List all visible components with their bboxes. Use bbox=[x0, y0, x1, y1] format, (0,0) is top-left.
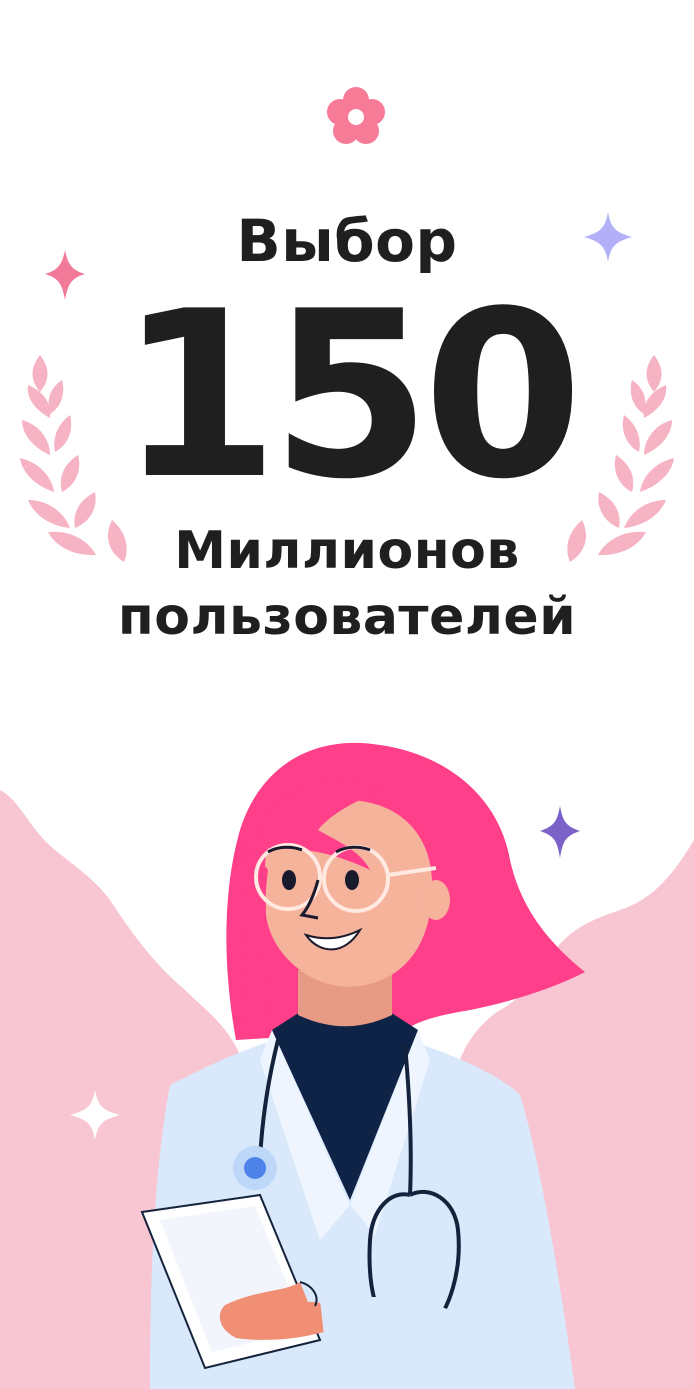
units-line-1: Миллионов bbox=[174, 521, 520, 581]
user-count: 150 bbox=[118, 263, 583, 530]
onboarding-screen: Выбор 150 Миллионов пользователей bbox=[0, 0, 694, 1389]
units-line-2: пользователей bbox=[117, 587, 577, 647]
flower-icon bbox=[327, 87, 385, 144]
sparkle-icon bbox=[540, 806, 580, 858]
badge-icon bbox=[233, 1146, 277, 1190]
